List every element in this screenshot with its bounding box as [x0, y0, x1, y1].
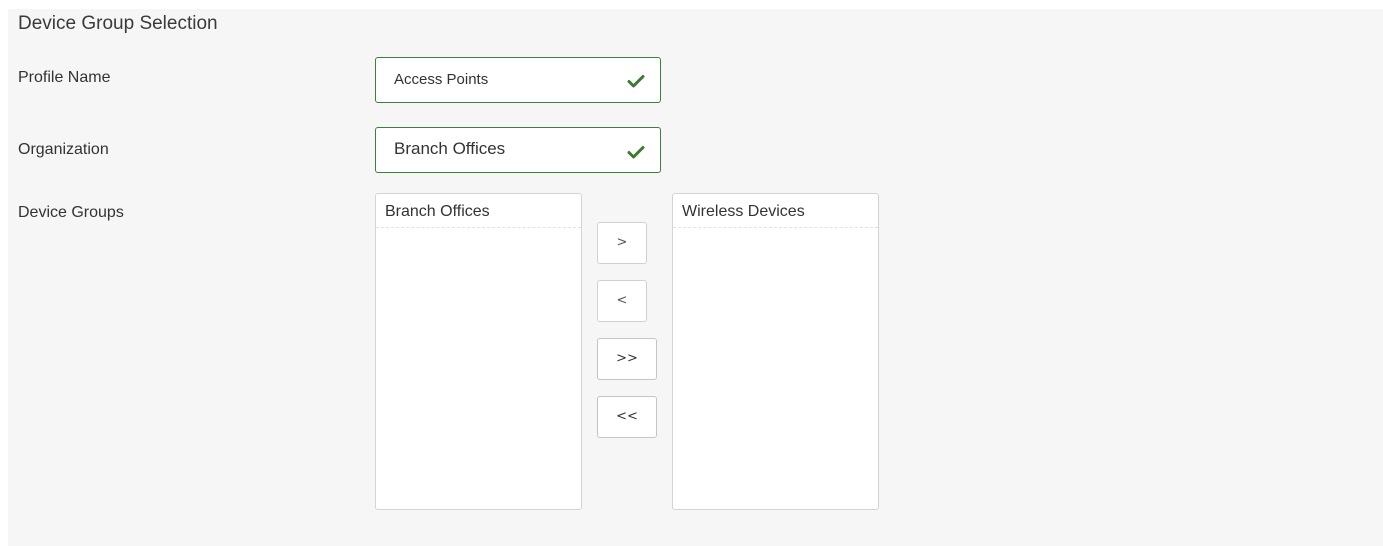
available-groups-header: Branch Offices [376, 194, 581, 228]
profile-name-value: Access Points [394, 71, 489, 88]
move-all-left-button[interactable]: << [597, 396, 657, 438]
organization-label: Organization [18, 141, 109, 158]
profile-name-label: Profile Name [18, 69, 111, 86]
available-groups-list[interactable]: Branch Offices [375, 193, 582, 510]
organization-value: Branch Offices [394, 139, 506, 158]
check-icon [627, 146, 645, 159]
section-title: Device Group Selection [18, 13, 218, 34]
check-icon [627, 75, 645, 88]
move-left-button[interactable]: < [597, 280, 647, 322]
profile-name-select[interactable]: Access Points [375, 57, 661, 103]
page: Device Group Selection Profile Name Acce… [0, 0, 1383, 546]
device-group-selection-panel: Device Group Selection Profile Name Acce… [8, 9, 1383, 546]
organization-select[interactable]: Branch Offices [375, 127, 661, 173]
selected-groups-list[interactable]: Wireless Devices [672, 193, 879, 510]
move-all-right-button[interactable]: >> [597, 338, 657, 380]
selected-groups-header: Wireless Devices [673, 194, 878, 228]
device-groups-label: Device Groups [18, 204, 124, 221]
move-right-button[interactable]: > [597, 222, 647, 264]
